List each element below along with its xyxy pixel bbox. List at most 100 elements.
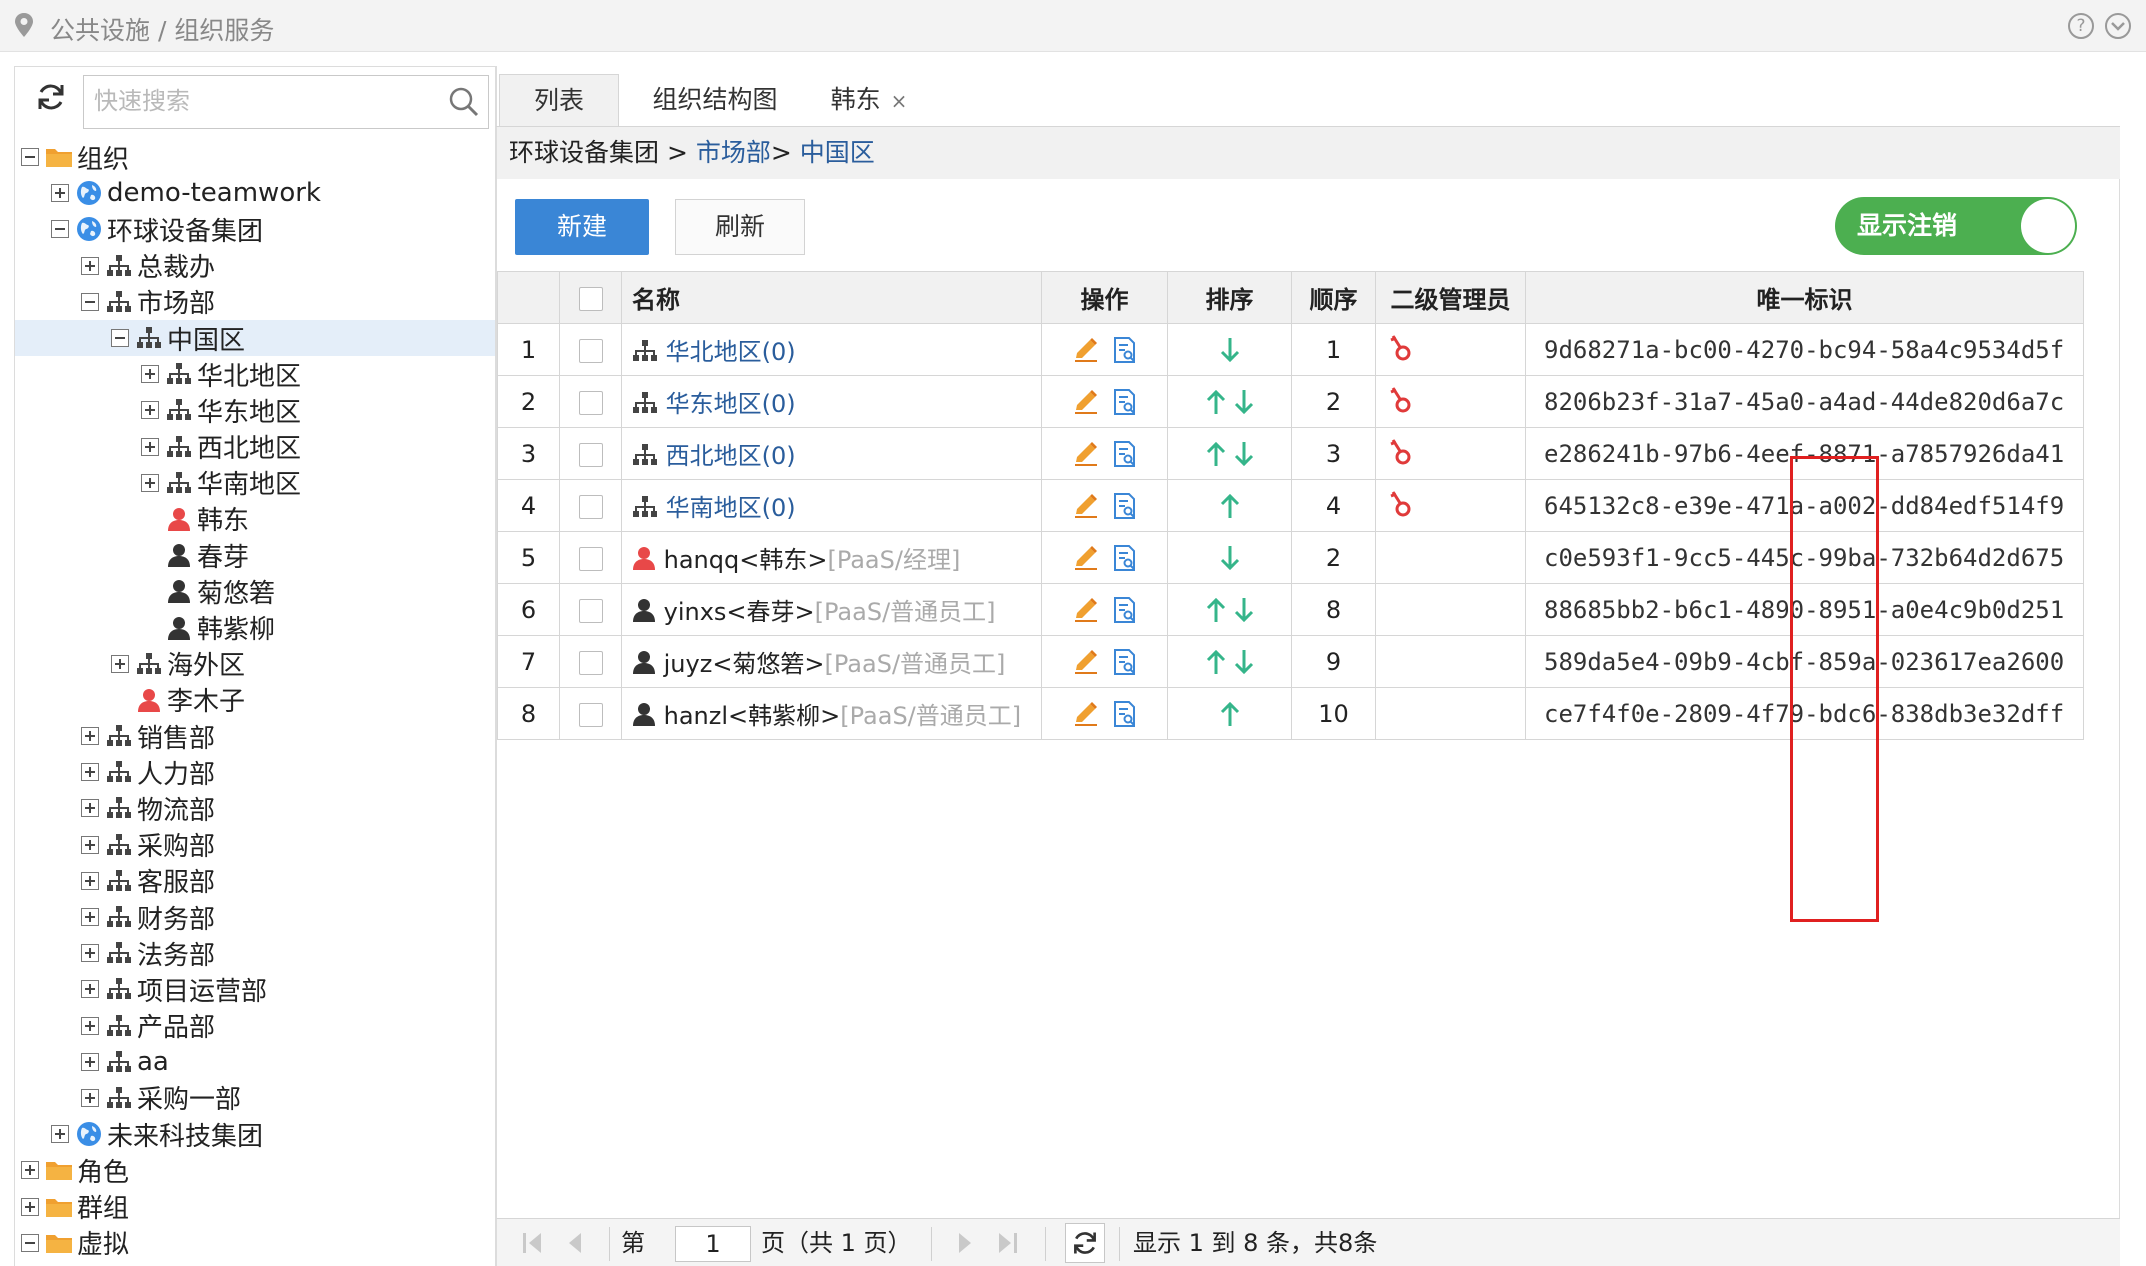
row-checkbox[interactable] xyxy=(578,494,603,519)
edit-icon[interactable] xyxy=(1066,387,1106,415)
breadcrumb-link-china[interactable]: 中国区 xyxy=(800,138,875,167)
view-detail-icon[interactable] xyxy=(1106,647,1144,675)
view-detail-icon[interactable] xyxy=(1106,699,1144,727)
expand-icon[interactable] xyxy=(51,1125,69,1144)
table-row[interactable]: 7 juyz<菊悠箬>[PaaS/普通员工] 9 589da5e4-09b9-4cb… xyxy=(497,635,2084,688)
search-icon[interactable] xyxy=(448,86,480,124)
expand-icon[interactable] xyxy=(81,1016,99,1035)
expand-icon[interactable] xyxy=(81,763,99,782)
row-checkbox[interactable] xyxy=(578,338,603,363)
move-up-icon[interactable] xyxy=(1202,647,1230,675)
page-number-input[interactable]: 1 xyxy=(675,1226,751,1262)
expand-icon[interactable] xyxy=(81,871,99,890)
expand-icon[interactable] xyxy=(81,727,99,746)
prev-page-icon[interactable] xyxy=(561,1227,589,1265)
pager-refresh-icon[interactable] xyxy=(1065,1223,1105,1263)
table-row[interactable]: 2 华东地区(0) 2 8206b23f-31a7-45a0-a4ad-44de82… xyxy=(497,375,2084,428)
tree-node[interactable]: 采购一部 xyxy=(15,1080,495,1116)
expand-icon[interactable] xyxy=(111,654,129,673)
tab-org-chart[interactable]: 组织结构图 xyxy=(637,74,793,126)
expand-icon[interactable] xyxy=(21,1161,39,1180)
tree-node[interactable]: 销售部 xyxy=(15,718,495,754)
tree-node[interactable]: 客服部 xyxy=(15,863,495,899)
tree-node[interactable]: 财务部 xyxy=(15,899,495,935)
edit-icon[interactable] xyxy=(1066,439,1106,467)
chevron-down-icon[interactable] xyxy=(2104,12,2132,46)
row-checkbox[interactable] xyxy=(578,546,603,571)
tree-node[interactable]: 人力部 xyxy=(15,754,495,790)
tree-node[interactable]: 韩紫柳 xyxy=(15,609,495,645)
select-all-checkbox[interactable] xyxy=(578,286,603,311)
expand-icon[interactable] xyxy=(81,1088,99,1107)
expand-icon[interactable] xyxy=(141,401,159,420)
new-button[interactable]: 新建 xyxy=(515,199,649,255)
tree-node[interactable]: 角色 xyxy=(15,1152,495,1188)
header-order[interactable]: 顺序 xyxy=(1291,271,1376,324)
expand-icon[interactable] xyxy=(81,980,99,999)
move-up-icon[interactable] xyxy=(1202,387,1230,415)
tree-node[interactable]: aa xyxy=(15,1044,495,1080)
search-input[interactable] xyxy=(84,76,424,126)
org-name-link[interactable]: 西北地区(0) xyxy=(666,442,796,470)
row-checkbox[interactable] xyxy=(578,702,603,727)
expand-icon[interactable] xyxy=(81,1052,99,1071)
tree-node[interactable]: 华东地区 xyxy=(15,392,495,428)
edit-icon[interactable] xyxy=(1066,699,1106,727)
move-down-icon[interactable] xyxy=(1230,647,1258,675)
edit-icon[interactable] xyxy=(1066,595,1106,623)
tree-node[interactable]: 组织 xyxy=(15,139,495,175)
tree-node[interactable]: 华北地区 xyxy=(15,356,495,392)
table-row[interactable]: 8 hanzl<韩紫柳>[PaaS/普通员工] 10 ce7f4f0e-2809-4… xyxy=(497,687,2084,740)
tree-node[interactable]: 环球设备集团 xyxy=(15,211,495,247)
expand-icon[interactable] xyxy=(141,473,159,492)
collapse-icon[interactable] xyxy=(21,148,39,167)
last-page-icon[interactable] xyxy=(993,1227,1021,1265)
tree-node[interactable]: 中国区 xyxy=(15,319,495,357)
tree-node[interactable]: 西北地区 xyxy=(15,429,495,465)
expand-icon[interactable] xyxy=(81,256,99,275)
tree-node[interactable]: 李木子 xyxy=(15,682,495,718)
tree-node[interactable]: 春芽 xyxy=(15,537,495,573)
view-detail-icon[interactable] xyxy=(1106,595,1144,623)
expand-icon[interactable] xyxy=(141,365,159,384)
table-row[interactable]: 3 西北地区(0) 3 e286241b-97b6-4eef-8871-a78579… xyxy=(497,427,2084,480)
admin-key-icon[interactable] xyxy=(1386,490,1416,524)
admin-key-icon[interactable] xyxy=(1386,334,1416,368)
close-icon[interactable]: × xyxy=(891,89,908,113)
tree-node[interactable]: 韩东 xyxy=(15,501,495,537)
move-down-icon[interactable] xyxy=(1230,595,1258,623)
tree-node[interactable]: 虚拟 xyxy=(15,1225,495,1261)
org-name-link[interactable]: 华东地区(0) xyxy=(666,390,796,418)
expand-icon[interactable] xyxy=(21,1197,39,1216)
tree-node[interactable]: 物流部 xyxy=(15,790,495,826)
tree-node[interactable]: 华南地区 xyxy=(15,465,495,501)
show-deactivated-toggle[interactable]: 显示注销 xyxy=(1835,197,2077,255)
row-checkbox[interactable] xyxy=(578,598,603,623)
tree-node[interactable]: 未来科技集团 xyxy=(15,1116,495,1152)
move-up-icon[interactable] xyxy=(1202,439,1230,467)
org-name-link[interactable]: 华南地区(0) xyxy=(666,494,796,522)
tree-node[interactable]: demo-teamwork xyxy=(15,175,495,211)
expand-icon[interactable] xyxy=(141,437,159,456)
tab-handong[interactable]: 韩东 × xyxy=(817,74,921,126)
tree-node[interactable]: 市场部 xyxy=(15,284,495,320)
tree-node[interactable]: 采购部 xyxy=(15,827,495,863)
tree-node[interactable]: 海外区 xyxy=(15,646,495,682)
edit-icon[interactable] xyxy=(1066,335,1106,363)
edit-icon[interactable] xyxy=(1066,491,1106,519)
tree-node[interactable]: 总裁办 xyxy=(15,248,495,284)
admin-key-icon[interactable] xyxy=(1386,438,1416,472)
view-detail-icon[interactable] xyxy=(1106,491,1144,519)
table-row[interactable]: 1 华北地区(0) 1 9d68271a-bc00-4270-bc94-58a4c9… xyxy=(497,323,2084,376)
row-checkbox[interactable] xyxy=(578,442,603,467)
header-uid[interactable]: 唯一标识 xyxy=(1525,271,2084,324)
admin-key-icon[interactable] xyxy=(1386,386,1416,420)
edit-icon[interactable] xyxy=(1066,543,1106,571)
move-down-icon[interactable] xyxy=(1230,387,1258,415)
move-up-icon[interactable] xyxy=(1216,699,1244,727)
help-icon[interactable]: ? xyxy=(2068,13,2094,39)
row-checkbox[interactable] xyxy=(578,390,603,415)
tree-refresh-icon[interactable] xyxy=(35,81,67,119)
view-detail-icon[interactable] xyxy=(1106,439,1144,467)
expand-icon[interactable] xyxy=(81,835,99,854)
